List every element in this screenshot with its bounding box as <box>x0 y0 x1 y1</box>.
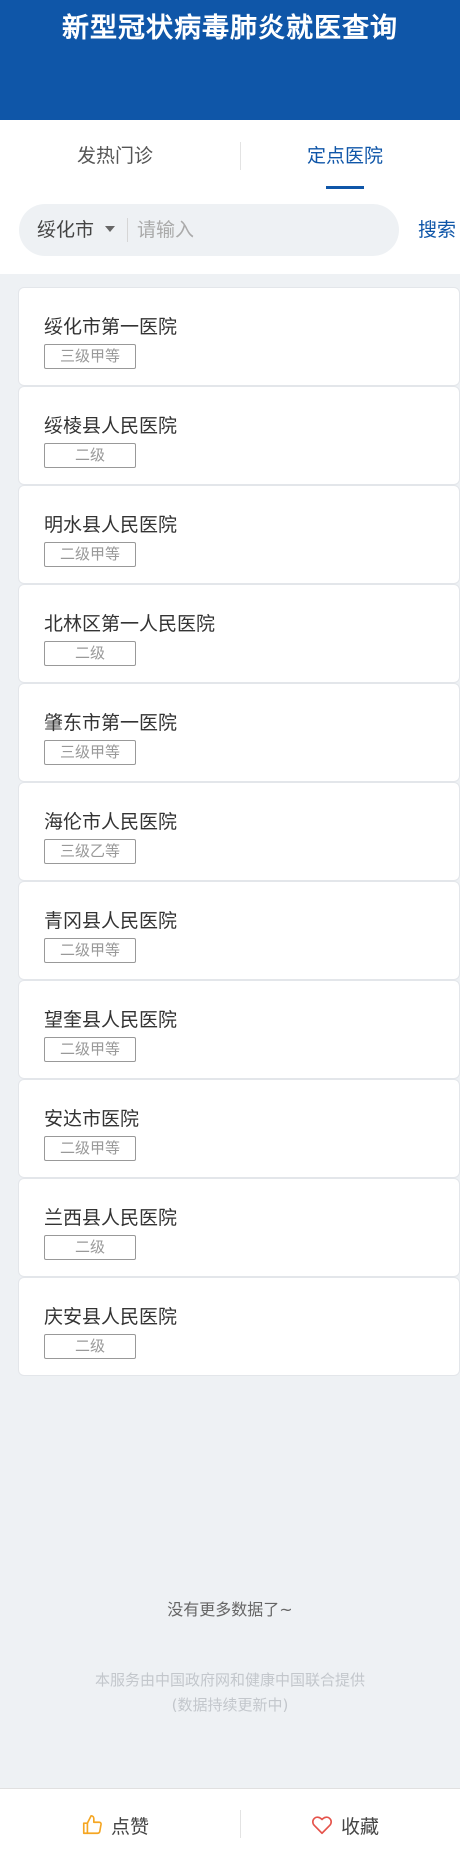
hospital-name: 庆安县人民医院 <box>44 1306 178 1328</box>
city-selector[interactable]: 绥化市 <box>37 204 94 256</box>
hospital-card[interactable]: 庆安县人民医院 二级 <box>18 1277 460 1376</box>
hospital-card[interactable]: 绥棱县人民医院 二级 <box>18 386 460 485</box>
hospital-card[interactable]: 望奎县人民医院 二级甲等 <box>18 980 460 1079</box>
hospital-name: 肇东市第一医院 <box>44 712 178 734</box>
hospital-level-badge: 二级甲等 <box>44 1136 136 1161</box>
search-button[interactable]: 搜索 <box>418 204 456 256</box>
hospital-name: 安达市医院 <box>44 1108 140 1130</box>
hospital-level-badge: 二级甲等 <box>44 1037 136 1062</box>
thumbs-up-icon <box>82 1815 102 1835</box>
hospital-level-badge: 三级乙等 <box>44 839 136 864</box>
tab-label: 发热门诊 <box>76 145 153 167</box>
footer-note: 本服务由中国政府网和健康中国联合提供 (数据持续更新中) <box>0 1668 460 1718</box>
like-button[interactable]: 点赞 <box>0 1789 230 1861</box>
hospital-level-badge: 二级 <box>44 443 136 468</box>
tab-label: 定点医院 <box>306 145 383 167</box>
hospital-card[interactable]: 青冈县人民医院 二级甲等 <box>18 881 460 980</box>
divider <box>127 218 128 242</box>
bottom-bar-divider <box>240 1810 241 1838</box>
hospital-level-badge: 三级甲等 <box>44 740 136 765</box>
heart-icon <box>311 1816 332 1835</box>
hospital-name: 绥棱县人民医院 <box>44 415 178 437</box>
tab-bar: 发热门诊 定点医院 <box>0 120 460 192</box>
hospital-card[interactable]: 安达市医院 二级甲等 <box>18 1079 460 1178</box>
hospital-card[interactable]: 北林区第一人民医院 二级 <box>18 584 460 683</box>
hospital-card[interactable]: 海伦市人民医院 三级乙等 <box>18 782 460 881</box>
hospital-name: 兰西县人民医院 <box>44 1207 178 1229</box>
search-bar: 绥化市 搜索 <box>0 192 460 274</box>
page-title: 新型冠状病毒肺炎就医查询 <box>62 13 398 44</box>
tab-underline <box>326 186 364 189</box>
tab-divider <box>240 142 241 170</box>
hospital-name: 青冈县人民医院 <box>44 910 178 932</box>
list-end-text: 没有更多数据了~ <box>167 1600 293 1619</box>
favorite-button[interactable]: 收藏 <box>230 1789 460 1861</box>
like-label: 点赞 <box>110 1815 149 1838</box>
footer-line: (数据持续更新中) <box>171 1696 289 1714</box>
hospital-name: 北林区第一人民医院 <box>44 613 216 635</box>
hospital-card[interactable]: 明水县人民医院 二级甲等 <box>18 485 460 584</box>
hospital-card[interactable]: 兰西县人民医院 二级 <box>18 1178 460 1277</box>
hospital-name: 明水县人民医院 <box>44 514 178 536</box>
tab-fever-clinic[interactable]: 发热门诊 <box>0 120 230 192</box>
search-box: 绥化市 <box>19 204 399 256</box>
hospital-name: 海伦市人民医院 <box>44 811 178 833</box>
hospital-name: 绥化市第一医院 <box>44 316 178 338</box>
footer-line: 本服务由中国政府网和健康中国联合提供 <box>94 1671 365 1689</box>
favorite-label: 收藏 <box>340 1815 379 1838</box>
hospital-level-badge: 二级 <box>44 1235 136 1260</box>
bottom-bar: 点赞 收藏 <box>0 1788 460 1861</box>
hospital-level-badge: 二级 <box>44 1334 136 1359</box>
hospital-card[interactable]: 绥化市第一医院 三级甲等 <box>18 287 460 386</box>
page-header: 新型冠状病毒肺炎就医查询 <box>0 0 460 120</box>
search-input[interactable] <box>137 212 387 248</box>
hospital-card[interactable]: 肇东市第一医院 三级甲等 <box>18 683 460 782</box>
hospital-name: 望奎县人民医院 <box>44 1009 178 1031</box>
caret-down-icon[interactable] <box>105 226 115 232</box>
hospital-level-badge: 三级甲等 <box>44 344 136 369</box>
hospital-level-badge: 二级甲等 <box>44 938 136 963</box>
hospital-level-badge: 二级 <box>44 641 136 666</box>
hospital-level-badge: 二级甲等 <box>44 542 136 567</box>
tab-designated-hospital[interactable]: 定点医院 <box>230 120 460 192</box>
